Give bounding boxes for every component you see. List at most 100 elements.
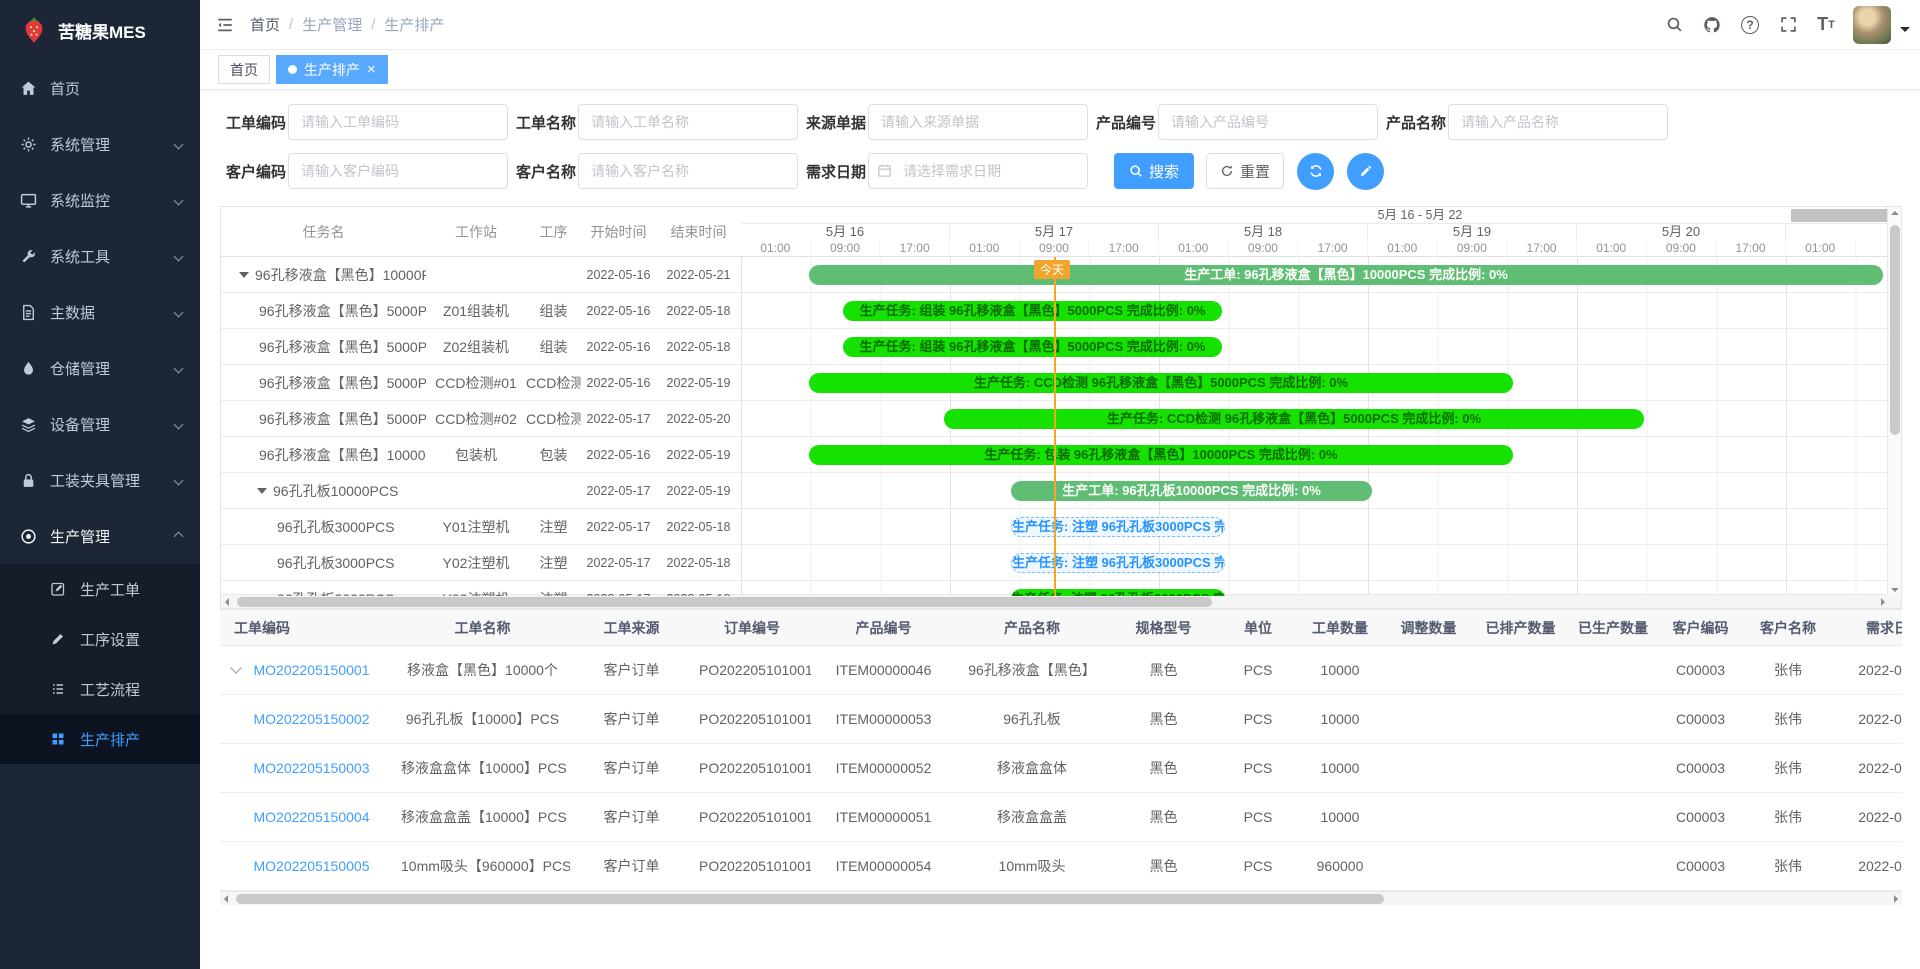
sidebar-item-label: 系统监控 [50,190,110,211]
expand-chevron-icon[interactable] [230,662,241,673]
edit-schedule-button[interactable] [1347,153,1384,190]
sidebar-item-label: 系统工具 [50,246,110,267]
table-row[interactable]: MO202205150005 10mm吸头【960000】PCS 客户订单 PO… [220,842,1902,891]
sidebar-menu: 首页 系统管理 系统监控 系统工具 主数据 仓储管理 [0,60,200,764]
close-icon[interactable] [367,61,376,78]
due-date-input[interactable] [868,153,1088,189]
customer-name-input[interactable] [578,153,798,189]
expand-triangle-icon[interactable] [239,272,249,278]
filter-form: 工单编码 工单名称 来源单据 产品编号 产品名称 客户编码 客户名称 需求日期 [200,90,1920,189]
work-order-link[interactable]: MO202205150004 [254,809,370,825]
gantt-col-start: 开始时间 [581,222,656,242]
main-area: 首页 / 生产管理 / 生产排产 首页 生产排产 工 [200,0,1920,969]
table-row[interactable]: MO202205150002 96孔孔板【10000】PCS 客户订单 PO20… [220,695,1902,744]
chevron-down-icon [174,251,184,261]
sidebar-item-fixtures[interactable]: 工装夹具管理 [0,452,200,508]
scroll-left-arrow[interactable] [224,895,228,903]
sidebar-item-home[interactable]: 首页 [0,60,200,116]
scrollbar-thumb[interactable] [237,597,1212,607]
work-order-link[interactable]: MO202205150002 [254,711,370,727]
task-bar[interactable]: 生产任务: 注塑 96孔孔板3000PCS 完成比例: 0% [1011,589,1225,596]
calendar-icon [877,163,892,178]
lock-icon [18,470,38,490]
task-bar[interactable]: 生产任务: 组装 96孔移液盒【黑色】5000PCS 完成比例: 0% [843,301,1222,321]
expand-triangle-icon[interactable] [257,488,267,494]
page-content: 工单编码 工单名称 来源单据 产品编号 产品名称 客户编码 客户名称 需求日期 [200,90,1920,969]
sidebar-item-label: 系统管理 [50,134,110,155]
sidebar-item-process-flow[interactable]: 工艺流程 [0,664,200,714]
orders-col-header: 订单编号 [693,618,811,638]
sidebar-item-label: 生产管理 [50,526,110,547]
search-button[interactable]: 搜索 [1114,153,1194,189]
workorder-bar[interactable]: 生产工单: 96孔移液盒【黑色】10000PCS 完成比例: 0% [809,265,1883,285]
scrollbar-thumb[interactable] [1890,225,1900,435]
orders-col-header: 工单数量 [1297,618,1383,638]
sidebar-toggle-icon[interactable] [200,16,250,34]
today-label: 今天 [1034,260,1070,279]
work-order-code-input[interactable] [288,104,508,140]
reset-button[interactable]: 重置 [1206,153,1284,189]
sidebar-item-system-mgmt[interactable]: 系统管理 [0,116,200,172]
scroll-right-arrow[interactable] [1894,895,1898,903]
table-row[interactable]: MO202205150003 移液盒盒体【10000】PCS 客户订单 PO20… [220,744,1902,793]
task-bar-selected[interactable]: 生产任务: 注塑 96孔孔板3000PCS 完成比例: 0% [1011,553,1225,573]
tab-scheduling[interactable]: 生产排产 [276,55,388,84]
gantt-col-end: 结束时间 [656,222,741,242]
top-navbar: 首页 / 生产管理 / 生产排产 [200,0,1920,50]
scroll-down-arrow[interactable] [1891,588,1899,592]
active-dot-icon [288,65,297,74]
work-order-name-input[interactable] [578,104,798,140]
scrollbar-thumb[interactable] [236,894,1384,904]
sidebar-item-work-order[interactable]: 生产工单 [0,564,200,614]
work-order-link[interactable]: MO202205150003 [254,760,370,776]
table-row[interactable]: MO202205150001 移液盒【黑色】10000个 客户订单 PO2022… [220,646,1902,695]
gantt-hour: 01:00 [1786,240,1856,257]
product-name-input[interactable] [1448,104,1668,140]
task-bar-selected[interactable]: 生产任务: 注塑 96孔孔板3000PCS 完成比例: 0% [1011,517,1225,537]
work-order-link[interactable]: MO202205150005 [254,858,370,874]
fullscreen-icon[interactable] [1771,8,1805,42]
customer-code-input[interactable] [288,153,508,189]
sidebar-item-system-monitor[interactable]: 系统监控 [0,172,200,228]
font-size-icon[interactable] [1809,8,1843,42]
github-icon[interactable] [1695,8,1729,42]
sidebar-item-master-data[interactable]: 主数据 [0,284,200,340]
search-icon[interactable] [1657,8,1691,42]
gantt-hour-row: 01:00 09:00 17:00 01:00 09:00 17:00 01:0… [741,240,1856,257]
sidebar-item-system-tools[interactable]: 系统工具 [0,228,200,284]
gantt-hour: 17:00 [880,240,950,257]
orders-col-header: 工单名称 [395,618,570,638]
source-doc-input[interactable] [868,104,1088,140]
sidebar-item-production[interactable]: 生产管理 [0,508,200,564]
avatar[interactable] [1853,6,1891,44]
strawberry-logo-icon [20,16,48,44]
scroll-up-arrow[interactable] [1891,211,1899,215]
work-order-link[interactable]: MO202205150001 [254,662,370,678]
orders-horizontal-scrollbar[interactable] [220,891,1902,905]
caret-down-icon[interactable] [1900,27,1910,37]
breadcrumb-home[interactable]: 首页 [250,14,280,35]
task-bar[interactable]: 生产任务: 组装 96孔移液盒【黑色】5000PCS 完成比例: 0% [843,337,1222,357]
task-bar[interactable]: 生产任务: CCD检测 96孔移液盒【黑色】5000PCS 完成比例: 0% [809,373,1513,393]
sidebar-item-scheduling[interactable]: 生产排产 [0,714,200,764]
product-code-input[interactable] [1158,104,1378,140]
workorder-bar[interactable]: 生产工单: 96孔孔板10000PCS 完成比例: 0% [1011,481,1372,501]
scroll-right-arrow[interactable] [1881,598,1885,606]
orders-col-header: 产品名称 [956,618,1108,638]
scrollbar-corner [1887,594,1901,608]
gantt-horizontal-scrollbar[interactable] [221,594,1889,608]
sidebar-item-warehouse[interactable]: 仓储管理 [0,340,200,396]
gantt-vertical-scrollbar[interactable] [1887,207,1901,596]
breadcrumb-section[interactable]: 生产管理 [302,14,362,35]
eye-icon [18,526,38,546]
sidebar-item-process-settings[interactable]: 工序设置 [0,614,200,664]
sidebar-item-equipment[interactable]: 设备管理 [0,396,200,452]
refresh-gantt-button[interactable] [1297,153,1334,190]
help-icon[interactable] [1733,8,1767,42]
scroll-left-arrow[interactable] [225,598,229,606]
tab-home[interactable]: 首页 [218,55,270,84]
gantt-hour: 09:00 [1229,240,1299,257]
task-bar[interactable]: 生产任务: 包装 96孔移液盒【黑色】10000PCS 完成比例: 0% [809,445,1513,465]
task-bar[interactable]: 生产任务: CCD检测 96孔移液盒【黑色】5000PCS 完成比例: 0% [944,409,1644,429]
table-row[interactable]: MO202205150004 移液盒盒盖【10000】PCS 客户订单 PO20… [220,793,1902,842]
